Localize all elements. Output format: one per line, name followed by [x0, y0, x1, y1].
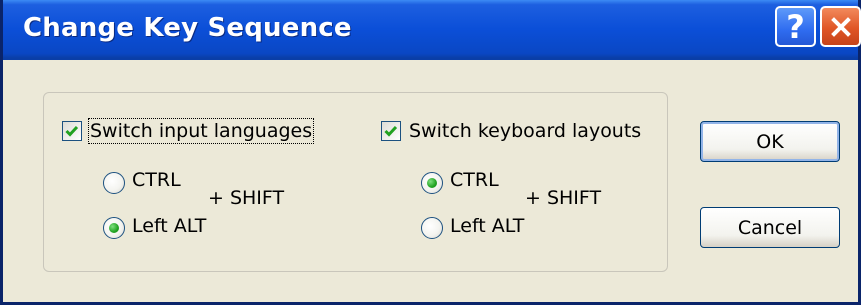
- keyboard-layouts-ctrl-radio[interactable]: [421, 172, 443, 194]
- keyboard-layouts-left-alt-radio[interactable]: [421, 217, 443, 239]
- radio-selected-dot: [427, 178, 437, 188]
- dialog-window: Change Key Sequence ? Switch input langu…: [0, 0, 861, 305]
- ok-button[interactable]: OK: [700, 121, 840, 162]
- dialog-title: Change Key Sequence: [23, 13, 352, 43]
- input-languages-left-alt-label[interactable]: Left ALT: [132, 215, 206, 237]
- input-languages-plus-shift-label: + SHIFT: [208, 187, 285, 209]
- switch-input-languages-checkbox[interactable]: [62, 121, 82, 141]
- keyboard-layouts-plus-shift-label: + SHIFT: [525, 187, 602, 209]
- keyboard-layouts-left-alt-label[interactable]: Left ALT: [450, 215, 524, 237]
- checkmark-icon: [384, 125, 398, 137]
- switch-input-languages-label[interactable]: Switch input languages: [87, 118, 315, 144]
- title-bar[interactable]: Change Key Sequence ?: [3, 0, 861, 60]
- input-languages-ctrl-radio[interactable]: [103, 172, 125, 194]
- radio-selected-dot: [109, 223, 119, 233]
- close-icon: [830, 16, 851, 37]
- checkmark-icon: [65, 125, 79, 137]
- cancel-button[interactable]: Cancel: [700, 207, 840, 248]
- input-languages-left-alt-radio[interactable]: [103, 217, 125, 239]
- help-button[interactable]: ?: [775, 6, 816, 47]
- input-languages-ctrl-label[interactable]: CTRL: [132, 169, 181, 191]
- help-icon: ?: [786, 7, 805, 46]
- switch-keyboard-layouts-checkbox[interactable]: [381, 121, 401, 141]
- switch-keyboard-layouts-label[interactable]: Switch keyboard layouts: [409, 120, 641, 142]
- keyboard-layouts-ctrl-label[interactable]: CTRL: [450, 169, 499, 191]
- close-button[interactable]: [820, 6, 861, 47]
